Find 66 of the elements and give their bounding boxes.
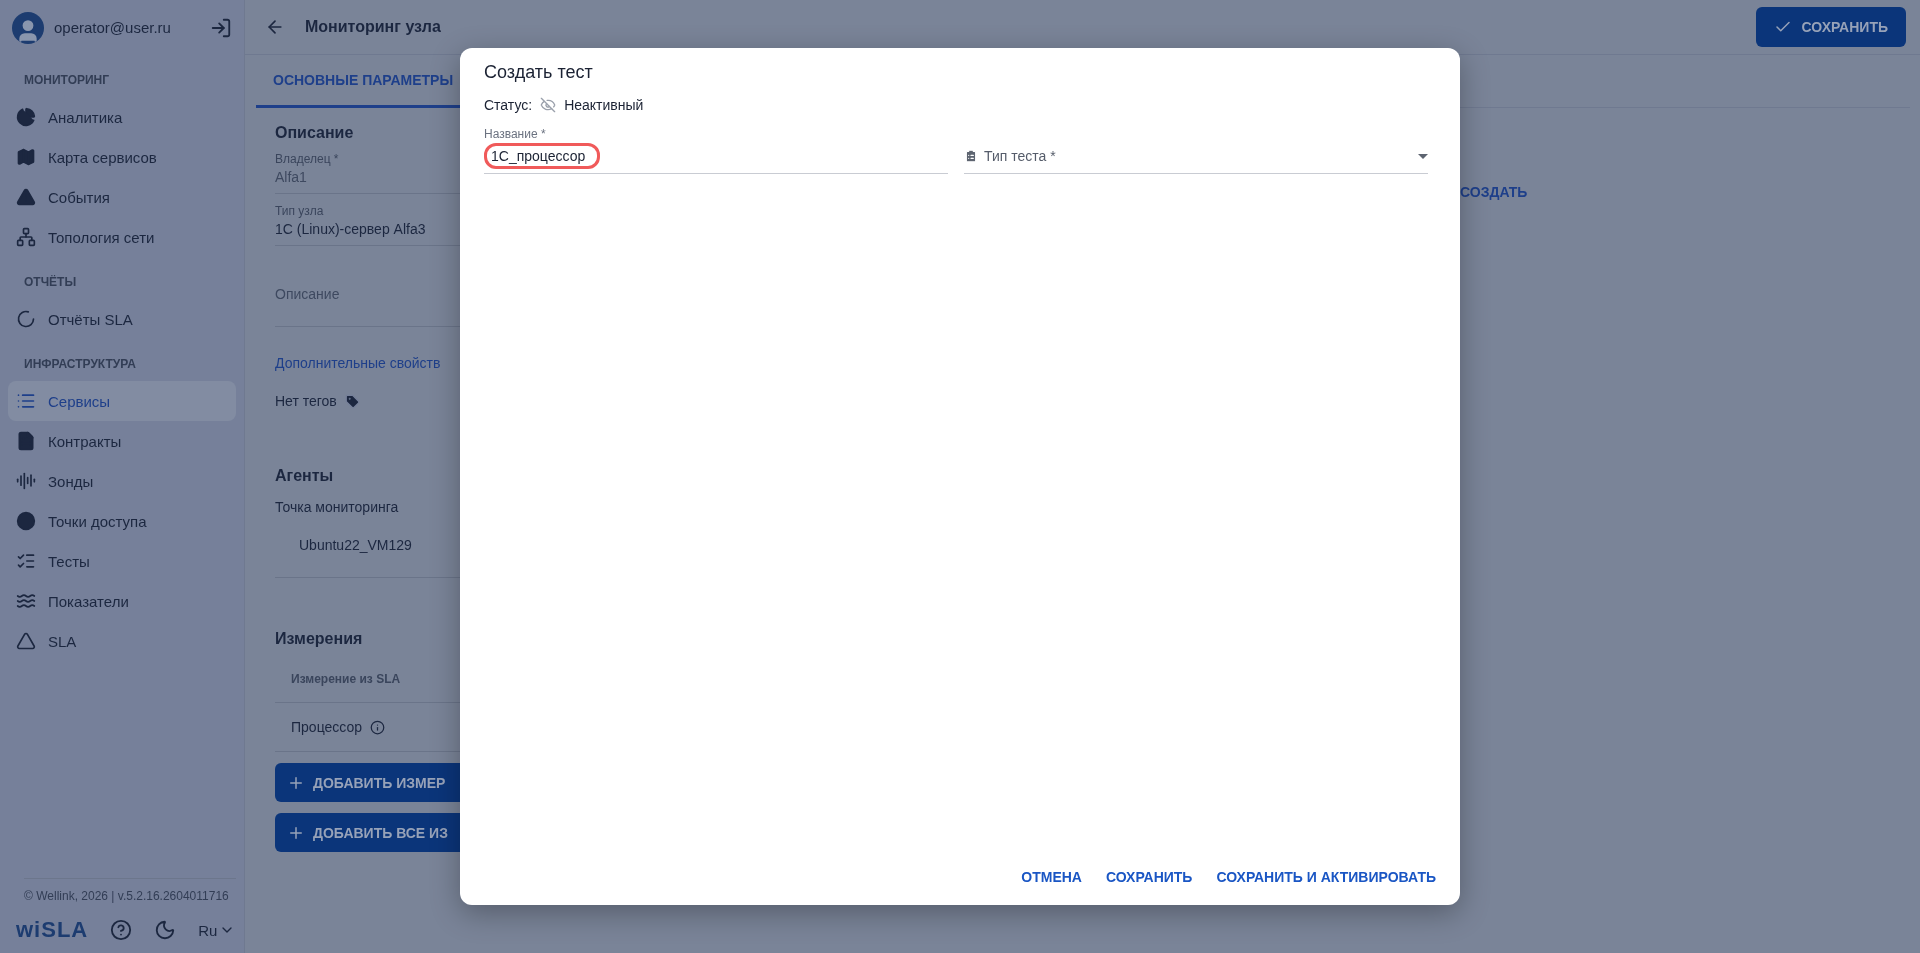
link[interactable]: Дополнительные свойств	[275, 355, 460, 371]
sidebar-item[interactable]: Карта сервисов	[8, 137, 236, 177]
name-field[interactable]: Название * 1C_процессор	[484, 127, 948, 174]
moon-icon[interactable]	[154, 919, 177, 941]
page-title: Мониторинг узла	[305, 18, 442, 36]
dialog-button[interactable]: ОТМЕНА	[1021, 865, 1082, 889]
sidebar-item[interactable]: Сервисы	[8, 381, 236, 421]
sidebar-item[interactable]: Тесты	[8, 541, 236, 581]
menu-icon	[16, 107, 36, 127]
menu-icon	[16, 511, 36, 531]
menu-icon	[16, 551, 36, 571]
add-button[interactable]: ДОБАВИТЬ ВСЕ ИЗ	[275, 813, 460, 852]
clipboard-icon	[964, 149, 978, 163]
tag-icon	[344, 393, 360, 409]
save-button[interactable]: СОХРАНИТЬ	[1755, 7, 1906, 47]
create-link[interactable]: СОЗДАТЬ	[1460, 184, 1528, 200]
copyright: © Wellink, 2026 | v.5.2.16.2604011716	[24, 889, 230, 903]
agent-name: Ubuntu22_VM129	[299, 537, 413, 553]
table-cell: Процессор	[291, 719, 362, 735]
section-title: ОТЧЁТЫ	[23, 274, 78, 291]
sidebar-item[interactable]: Показатели	[8, 581, 236, 621]
add-button[interactable]: ДОБАВИТЬ ИЗМЕР	[275, 763, 460, 802]
status-value: Неактивный	[564, 97, 644, 113]
avatar	[12, 11, 44, 44]
status-label: Статус:	[484, 97, 533, 113]
logout-icon[interactable]	[210, 16, 232, 39]
section-heading: Описание	[275, 124, 355, 142]
user-email: operator@user.ru	[54, 19, 172, 36]
section-title: МОНИТОРИНГ	[23, 72, 111, 89]
menu-icon	[16, 187, 36, 207]
menu-icon	[16, 471, 36, 491]
test-type-select[interactable]: Тип теста *	[964, 127, 1428, 174]
section-heading: Агенты	[275, 467, 335, 485]
menu-icon	[16, 631, 36, 651]
sidebar-item[interactable]: Точки доступа	[8, 501, 236, 541]
sidebar-item[interactable]: События	[8, 177, 236, 217]
column-header: Измерение из SLA	[291, 672, 402, 688]
menu-icon	[16, 591, 36, 611]
sidebar-item[interactable]: Топология сети	[8, 217, 236, 257]
menu-icon	[16, 391, 36, 411]
menu-icon	[16, 431, 36, 451]
caret-icon	[1418, 153, 1428, 159]
field-value: 1C (Linux)-сервер Alfa3	[275, 221, 427, 237]
inactive-icon	[540, 97, 557, 113]
sidebar-item[interactable]: Зонды	[8, 461, 236, 501]
tags-text: Нет тегов	[275, 393, 337, 409]
logo: wiSLA	[16, 917, 89, 943]
field-label: Тип узла	[275, 204, 325, 218]
dialog-button[interactable]: СОХРАНИТЬ И АКТИВИРОВАТЬ	[1216, 865, 1436, 889]
field-label: Точка мониторинга	[275, 499, 400, 515]
dialog-title: Создать тест	[484, 62, 594, 83]
sidebar-item[interactable]: Аналитика	[8, 97, 236, 137]
field-value: Alfa1	[275, 169, 308, 185]
dialog-button[interactable]: СОХРАНИТЬ	[1105, 865, 1193, 889]
section-heading: Измерения	[275, 630, 364, 648]
sidebar-item[interactable]: Отчёты SLA	[8, 299, 236, 339]
section-title: ИНФРАСТРУКТУРА	[23, 356, 137, 373]
language-select[interactable]: Ru	[198, 921, 236, 939]
field-label: Владелец *	[275, 152, 340, 166]
menu-icon	[16, 309, 36, 329]
menu-icon	[16, 227, 36, 247]
sidebar-item[interactable]: Контракты	[8, 421, 236, 461]
menu-icon	[16, 147, 36, 167]
sidebar-item[interactable]: SLA	[8, 621, 236, 661]
help-icon[interactable]	[110, 919, 133, 941]
info-icon	[370, 719, 385, 735]
